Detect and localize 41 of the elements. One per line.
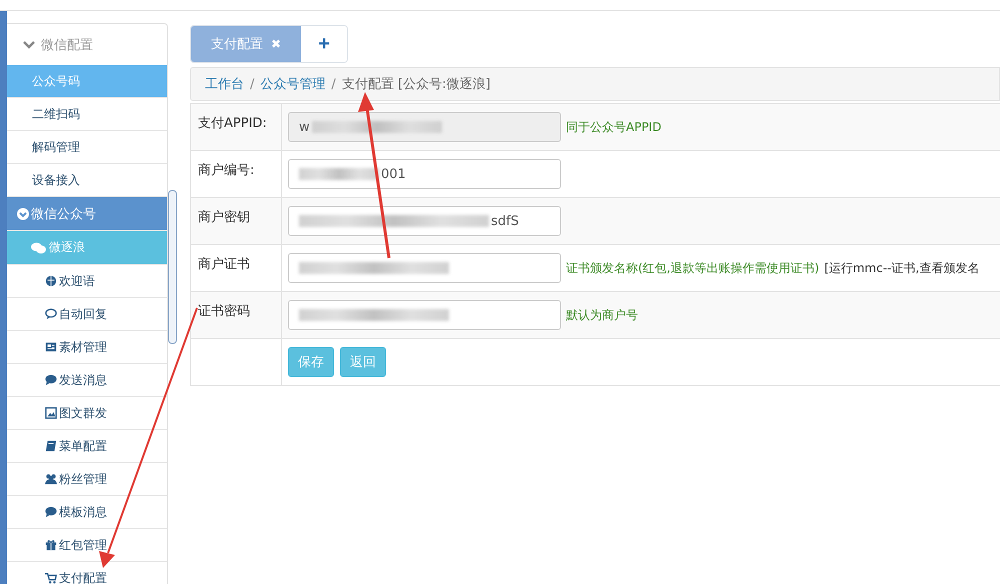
speech-bubble-icon	[45, 506, 57, 518]
cart-icon	[45, 572, 57, 584]
sidebar-item[interactable]: 欢迎语	[7, 265, 167, 298]
people-icon	[45, 473, 57, 485]
sidebar-item[interactable]: 图文群发	[7, 397, 167, 430]
breadcrumb-current: 支付配置 [公众号:微逐浪]	[342, 76, 490, 93]
input-field[interactable]	[288, 300, 561, 330]
image-icon	[45, 407, 57, 419]
hint-text: 同于公众号APPID	[566, 118, 662, 136]
input-field[interactable]: 001	[288, 159, 561, 189]
card-icon	[45, 341, 57, 353]
input-field[interactable]	[288, 253, 561, 283]
field-label: 支付APPID:	[190, 104, 282, 150]
field-label: 证书密码	[190, 292, 282, 338]
sidebar-item[interactable]: 模板消息	[7, 496, 167, 529]
speech-bubble-icon	[45, 308, 57, 320]
separator: /	[250, 76, 254, 92]
sidebar-item[interactable]: 二维扫码	[7, 98, 167, 131]
note-text: [运行mmc--证书,查看颁发名	[824, 260, 980, 276]
breadcrumb-link[interactable]: 公众号管理	[260, 75, 326, 93]
chat-bubbles-icon	[31, 242, 46, 254]
speech-bubble-icon	[45, 374, 57, 386]
sidebar-item[interactable]: 解码管理	[7, 131, 167, 164]
group-label: 微信配置	[41, 36, 93, 54]
input-field[interactable]: sdfS	[288, 206, 561, 236]
hint-text: 默认为商户号	[566, 306, 638, 324]
gift-icon	[45, 539, 57, 551]
book-icon	[45, 440, 57, 452]
sidebar-item[interactable]: 发送消息	[7, 364, 167, 397]
globe-icon	[45, 275, 57, 287]
hint-text: 证书颁发名称(红包,退款等出账操作需使用证书)	[566, 260, 820, 276]
sidebar-item[interactable]: 素材管理	[7, 331, 167, 364]
breadcrumb-link[interactable]: 工作台	[205, 75, 244, 93]
sidebar-item[interactable]: 粉丝管理	[7, 463, 167, 496]
sidebar-item[interactable]: 菜单配置	[7, 430, 167, 463]
account-label: 微逐浪	[49, 239, 85, 256]
section-label: 微信公众号	[31, 206, 96, 222]
scrollbar[interactable]	[168, 190, 177, 344]
sidebar-item[interactable]: 自动回复	[7, 298, 167, 331]
field-label: 商户密钥	[190, 198, 282, 244]
separator: /	[331, 76, 336, 92]
